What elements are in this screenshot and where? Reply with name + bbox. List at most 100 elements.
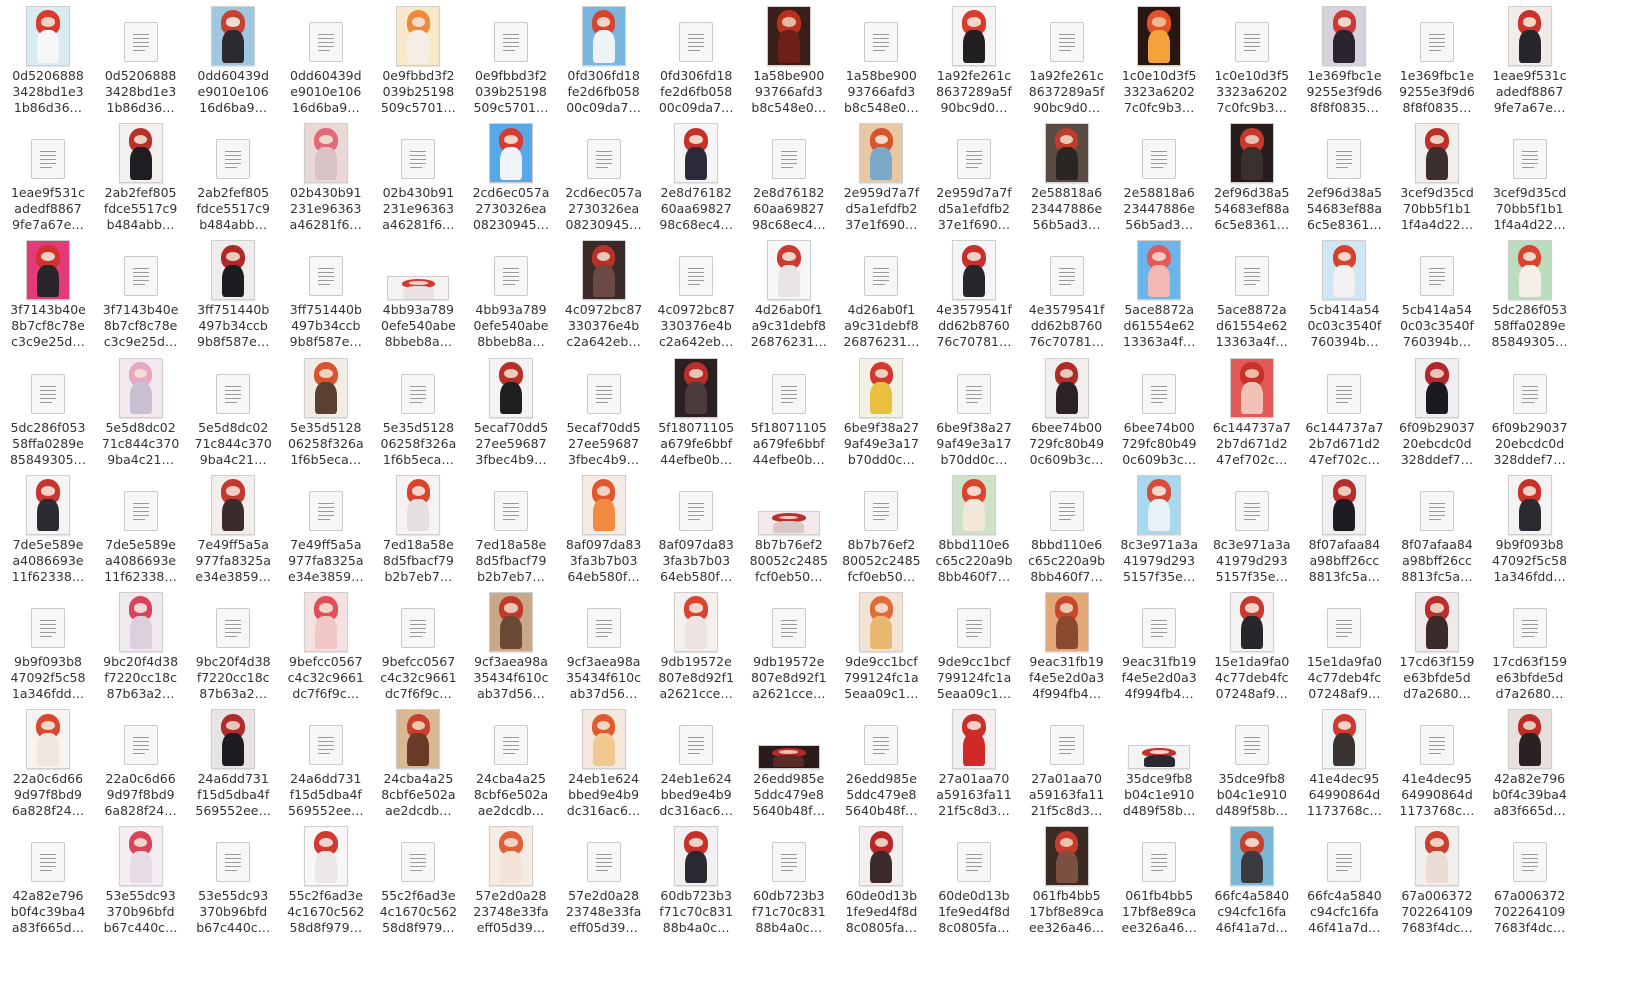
image-file-item[interactable]: 5e35d5128 06258f326a 1f6b5eca… [280,352,372,468]
document-file-item[interactable]: 7ed18a58e 8d5fbacf79 b2b7eb7… [465,469,557,585]
document-file-item[interactable]: 2ef96d38a5 54683ef88a 6c5e8361… [1298,117,1390,233]
image-file-item[interactable]: 5ecaf70dd5 27ee59687 3fbec4b9… [465,352,557,468]
image-file-item[interactable]: 0d5206888 3428bd1e3 1b86d36… [2,0,94,116]
document-file-item[interactable]: 7e49ff5a5a 977fa8325a e34e3859… [280,469,372,585]
document-file-item[interactable]: 5dc286f053 58ffa0289e 85849305… [2,352,94,468]
image-file-item[interactable]: 24cba4a25 8cbf6e502a ae2dcdb… [372,703,464,819]
image-file-item[interactable]: 2ab2fef805 fdce5517c9 b484abb… [95,117,187,233]
image-file-item[interactable]: 7e49ff5a5a 977fa8325a e34e3859… [187,469,279,585]
document-file-item[interactable]: 9befcc0567 c4c32c9661 dc7f6f9c… [372,586,464,702]
document-file-item[interactable]: 2e959d7a7f d5a1efdfb2 37e1f690… [928,117,1020,233]
document-file-item[interactable]: 5cb414a54 0c03c3540f 760394b… [1391,234,1483,350]
image-file-item[interactable]: 1a58be900 93766afd3 b8c548e0… [743,0,835,116]
image-file-item[interactable]: 9eac31fb19 f4e5e2d0a3 4f994fb4… [1021,586,1113,702]
document-file-item[interactable]: 6bee74b00 729fc80b49 0c609b3c… [1113,352,1205,468]
document-file-item[interactable]: 0dd60439d e9010e106 16d6ba9… [280,0,372,116]
image-file-item[interactable]: 6bee74b00 729fc80b49 0c609b3c… [1021,352,1113,468]
document-file-item[interactable]: 02b430b91 231e96363 a46281f6… [372,117,464,233]
document-file-item[interactable]: 42a82e796 b0f4c39ba4 a83f665d… [2,820,94,936]
image-file-item[interactable]: 6c144737a7 2b7d671d2 47ef702c… [1206,352,1298,468]
document-file-item[interactable]: 4bb93a789 0efe540abe 8bbeb8a… [465,234,557,350]
image-file-item[interactable]: 5cb414a54 0c03c3540f 760394b… [1298,234,1390,350]
document-file-item[interactable]: 8bbd110e6 c65c220a9b 8bb460f7… [1021,469,1113,585]
image-file-item[interactable]: 1c0e10d3f5 3323a6202 7c0fc9b3… [1113,0,1205,116]
document-file-item[interactable]: 8f07afaa84 a98bff26cc 8813fc5a… [1391,469,1483,585]
document-file-item[interactable]: 5ecaf70dd5 27ee59687 3fbec4b9… [558,352,650,468]
document-file-item[interactable]: 9cf3aea98a 35434f610c ab37d56… [558,586,650,702]
image-file-item[interactable]: 3ff751440b 497b34ccb 9b8f587e… [187,234,279,350]
document-file-item[interactable]: 8c3e971a3a 41979d293 5157f35e… [1206,469,1298,585]
image-file-item[interactable]: 2e8d76182 60aa69827 98c68ec4… [650,117,742,233]
document-file-item[interactable]: 24a6dd731 f15d5dba4f 569552ee… [280,703,372,819]
document-file-item[interactable]: 55c2f6ad3e 4c1670c562 58d8f979… [372,820,464,936]
image-file-item[interactable]: 2e959d7a7f d5a1efdfb2 37e1f690… [835,117,927,233]
document-file-item[interactable]: 8af097da83 3fa3b7b03 64eb580f… [650,469,742,585]
document-file-item[interactable]: 60db723b3 f71c70c831 88b4a0c… [743,820,835,936]
document-file-item[interactable]: 5f18071105 a679fe6bbf 44efbe0b… [743,352,835,468]
image-file-item[interactable]: 8af097da83 3fa3b7b03 64eb580f… [558,469,650,585]
image-file-item[interactable]: 35dce9fb8 b04c1e910 d489f58b… [1113,703,1205,819]
image-file-item[interactable]: 60db723b3 f71c70c831 88b4a0c… [650,820,742,936]
document-file-item[interactable]: 3f7143b40e 8b7cf8c78e c3c9e25d… [95,234,187,350]
document-file-item[interactable]: 24eb1e624 bbed9e4b9 dc316ac6… [650,703,742,819]
document-file-item[interactable]: 9eac31fb19 f4e5e2d0a3 4f994fb4… [1113,586,1205,702]
document-file-item[interactable]: 26edd985e 5ddc479e8 5640b48f… [835,703,927,819]
image-file-item[interactable]: 17cd63f159 e63bfde5d d7a2680… [1391,586,1483,702]
image-file-item[interactable]: 0dd60439d e9010e106 16d6ba9… [187,0,279,116]
document-file-item[interactable]: 24cba4a25 8cbf6e502a ae2dcdb… [465,703,557,819]
image-file-item[interactable]: 7ed18a58e 8d5fbacf79 b2b7eb7… [372,469,464,585]
image-file-item[interactable]: 8b7b76ef2 80052c2485 fcf0eb50… [743,469,835,585]
document-file-item[interactable]: 53e55dc93 370b96bfd b67c440c… [187,820,279,936]
image-file-item[interactable]: 27a01aa70 a59163fa11 21f5c8d3… [928,703,1020,819]
document-file-item[interactable]: 2cd6ec057a 2730326ea 08230945… [558,117,650,233]
image-file-item[interactable]: 4c0972bc87 330376e4b c2a642eb… [558,234,650,350]
document-file-item[interactable]: 41e4dec95 64990864d 1173768c… [1391,703,1483,819]
document-file-item[interactable]: 67a006372 702264109 7683f4dc… [1484,820,1576,936]
image-file-item[interactable]: 26edd985e 5ddc479e8 5640b48f… [743,703,835,819]
image-file-item[interactable]: 5e5d8dc02 71c844c370 9ba4c21… [95,352,187,468]
document-file-item[interactable]: 0fd306fd18 fe2d6fb058 00c09da7… [650,0,742,116]
image-file-item[interactable]: 57e2d0a28 23748e33fa eff05d39… [465,820,557,936]
document-file-item[interactable]: 27a01aa70 a59163fa11 21f5c8d3… [1021,703,1113,819]
image-file-item[interactable]: 9befcc0567 c4c32c9661 dc7f6f9c… [280,586,372,702]
image-file-item[interactable]: 8c3e971a3a 41979d293 5157f35e… [1113,469,1205,585]
document-file-item[interactable]: 35dce9fb8 b04c1e910 d489f58b… [1206,703,1298,819]
image-file-item[interactable]: 0fd306fd18 fe2d6fb058 00c09da7… [558,0,650,116]
document-file-item[interactable]: 4d26ab0f1 a9c31debf8 26876231… [835,234,927,350]
document-file-item[interactable]: 57e2d0a28 23748e33fa eff05d39… [558,820,650,936]
image-file-item[interactable]: 41e4dec95 64990864d 1173768c… [1298,703,1390,819]
image-file-item[interactable]: 9cf3aea98a 35434f610c ab37d56… [465,586,557,702]
document-file-item[interactable]: 0d5206888 3428bd1e3 1b86d36… [95,0,187,116]
document-file-item[interactable]: 60de0d13b 1fe9ed4f8d 8c0805fa… [928,820,1020,936]
document-file-item[interactable]: 1a58be900 93766afd3 b8c548e0… [835,0,927,116]
image-file-item[interactable]: 8bbd110e6 c65c220a9b 8bb460f7… [928,469,1020,585]
image-file-item[interactable]: 7de5e589e a4086693e 11f62338… [2,469,94,585]
image-file-item[interactable]: 9de9cc1bcf 799124fc1a 5eaa09c1… [835,586,927,702]
document-file-item[interactable]: 2ab2fef805 fdce5517c9 b484abb… [187,117,279,233]
document-file-item[interactable]: 5e5d8dc02 71c844c370 9ba4c21… [187,352,279,468]
image-file-item[interactable]: 2e58818a6 23447886e 56b5ad3… [1021,117,1113,233]
image-file-item[interactable]: 02b430b91 231e96363 a46281f6… [280,117,372,233]
image-file-item[interactable]: 9b9f093b8 47092f5c58 1a346fdd… [1484,469,1576,585]
image-file-item[interactable]: 6be9f38a27 9af49e3a17 b70dd0c… [835,352,927,468]
image-file-item[interactable]: 67a006372 702264109 7683f4dc… [1391,820,1483,936]
image-file-item[interactable]: 4d26ab0f1 a9c31debf8 26876231… [743,234,835,350]
document-file-item[interactable]: 9bc20f4d38 f7220cc18c 87b63a2… [187,586,279,702]
document-file-item[interactable]: 9b9f093b8 47092f5c58 1a346fdd… [2,586,94,702]
document-file-item[interactable]: 4e3579541f dd62b8760 76c70781… [1021,234,1113,350]
image-file-item[interactable]: 60de0d13b 1fe9ed4f8d 8c0805fa… [835,820,927,936]
image-file-item[interactable]: 15e1da9fa0 4c77deb4fc 07248af9… [1206,586,1298,702]
image-file-item[interactable]: 24a6dd731 f15d5dba4f 569552ee… [187,703,279,819]
document-file-item[interactable]: 1a92fe261c 8637289a5f 90bc9d0… [1021,0,1113,116]
image-file-item[interactable]: 3f7143b40e 8b7cf8c78e c3c9e25d… [2,234,94,350]
document-file-item[interactable]: 6c144737a7 2b7d671d2 47ef702c… [1298,352,1390,468]
document-file-item[interactable]: 9db19572e 807e8d92f1 a2621cce… [743,586,835,702]
image-file-item[interactable]: 3cef9d35cd 70bb5f1b1 1f4a4d22… [1391,117,1483,233]
image-file-item[interactable]: 5dc286f053 58ffa0289e 85849305… [1484,234,1576,350]
image-file-item[interactable]: 5f18071105 a679fe6bbf 44efbe0b… [650,352,742,468]
document-file-item[interactable]: 5ace8872a d61554e62 13363a4f… [1206,234,1298,350]
image-file-item[interactable]: 2cd6ec057a 2730326ea 08230945… [465,117,557,233]
document-file-item[interactable]: 2e8d76182 60aa69827 98c68ec4… [743,117,835,233]
document-file-item[interactable]: 1e369fbc1e 9255e3f9d6 8f8f0835… [1391,0,1483,116]
document-file-item[interactable]: 66fc4a5840 c94cfc16fa 46f41a7d… [1298,820,1390,936]
